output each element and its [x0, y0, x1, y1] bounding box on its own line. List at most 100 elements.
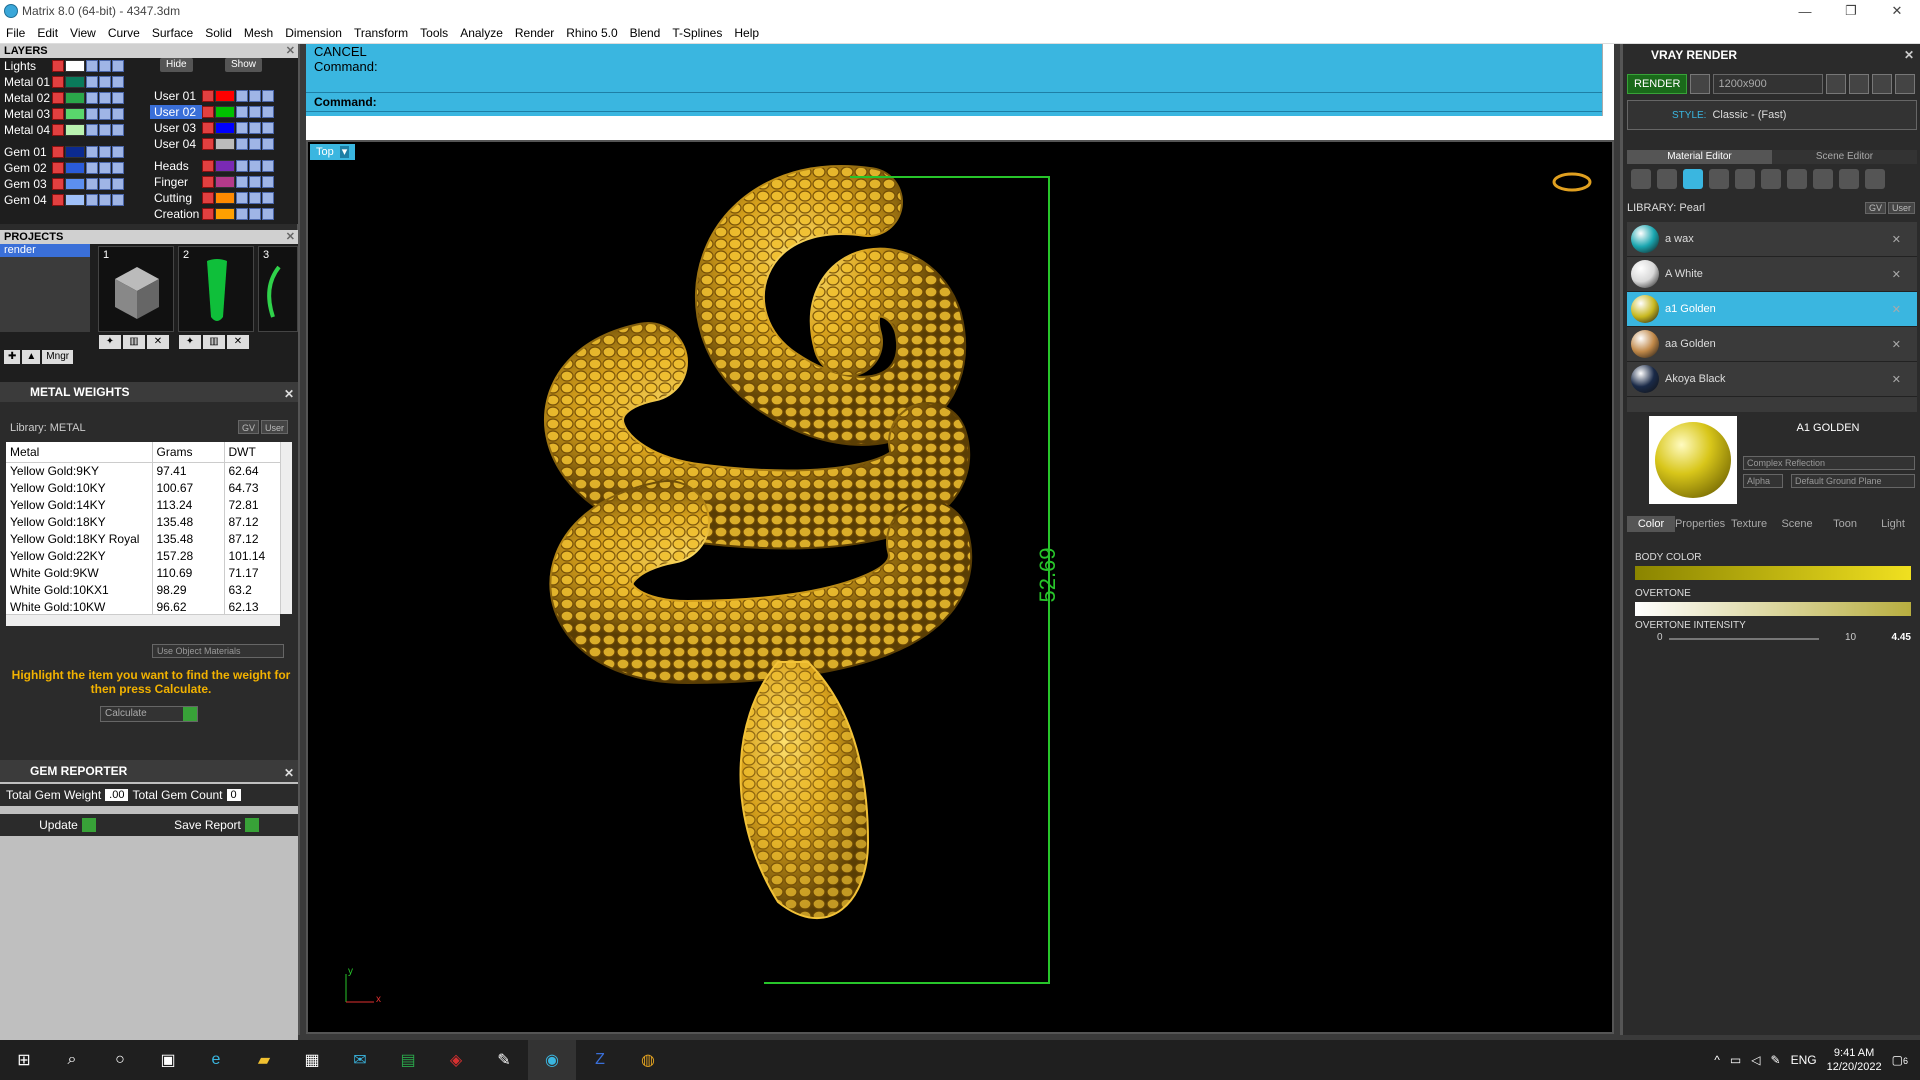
visibility-icon[interactable] [249, 138, 261, 150]
set-current-icon[interactable] [202, 160, 214, 172]
lock-icon[interactable] [86, 124, 98, 136]
body-color-slider[interactable] [1635, 566, 1911, 580]
tab-scene-editor[interactable]: Scene Editor [1772, 150, 1917, 164]
list-icon[interactable] [1872, 74, 1893, 94]
lock-icon[interactable] [236, 138, 248, 150]
hatch-icon[interactable] [1735, 169, 1755, 189]
thumb-save-button[interactable]: ▥ [123, 335, 145, 349]
pen-icon[interactable]: ✎ [1771, 1053, 1781, 1067]
table-row[interactable]: Yellow Gold:10KY 100.67 64.73 [6, 479, 280, 497]
menu-mesh[interactable]: Mesh [238, 26, 279, 40]
manager-button[interactable]: Mngr [42, 350, 74, 364]
layer-row[interactable]: Metal 01 [0, 74, 125, 90]
lock-icon[interactable] [236, 122, 248, 134]
set-current-icon[interactable] [52, 124, 64, 136]
zalo-icon[interactable]: Z [576, 1040, 624, 1080]
lock-icon[interactable] [236, 90, 248, 102]
store-icon[interactable]: ▦ [288, 1040, 336, 1080]
set-current-icon[interactable] [202, 208, 214, 220]
overtone-intensity-slider[interactable]: 0 10 4.45 [1635, 632, 1911, 646]
language-indicator[interactable]: ENG [1791, 1053, 1817, 1067]
mail-icon[interactable]: ✉ [336, 1040, 384, 1080]
print-icon[interactable] [112, 194, 124, 206]
material-list-item[interactable]: a1 Golden ✕ [1627, 292, 1917, 327]
layer-name[interactable]: Lights [0, 59, 52, 73]
lock-icon[interactable] [86, 76, 98, 88]
visibility-icon[interactable] [99, 178, 111, 190]
layer-color-swatch[interactable] [65, 146, 85, 158]
clock[interactable]: 9:41 AM 12/20/2022 [1827, 1046, 1882, 1074]
layer-name[interactable]: User 01 [150, 89, 202, 103]
layer-name[interactable]: Cutting [150, 191, 202, 205]
set-current-icon[interactable] [202, 122, 214, 134]
square-icon[interactable] [1709, 169, 1729, 189]
visibility-icon[interactable] [249, 192, 261, 204]
gv-toggle[interactable]: GV [1864, 202, 1886, 214]
lock-icon[interactable] [236, 176, 248, 188]
camera-icon[interactable] [1690, 74, 1711, 94]
set-current-icon[interactable] [52, 194, 64, 206]
remove-icon[interactable]: ✕ [1892, 233, 1901, 246]
layer-row[interactable]: Creation [150, 206, 275, 222]
material-list-item[interactable]: A White ✕ [1627, 257, 1917, 292]
set-current-icon[interactable] [52, 108, 64, 120]
visibility-icon[interactable] [99, 124, 111, 136]
material-list-item[interactable]: aa Golden ✕ [1627, 327, 1917, 362]
edge-icon[interactable]: e [192, 1040, 240, 1080]
tab-scene[interactable]: Scene [1773, 516, 1821, 532]
menu-rhino[interactable]: Rhino 5.0 [560, 26, 623, 40]
layer-row[interactable]: Metal 04 [0, 122, 125, 138]
layer-row[interactable]: Gem 02 [0, 160, 125, 176]
user-toggle[interactable]: User [260, 420, 288, 434]
column-header-dwt[interactable]: DWT [223, 442, 280, 463]
visibility-icon[interactable] [249, 176, 261, 188]
visibility-icon[interactable] [249, 90, 261, 102]
set-current-icon[interactable] [52, 76, 64, 88]
alpha-toggle[interactable]: Alpha [1743, 474, 1783, 488]
pearl-icon[interactable] [1683, 169, 1703, 189]
menu-help[interactable]: Help [728, 26, 765, 40]
set-current-icon[interactable] [52, 178, 64, 190]
menu-edit[interactable]: Edit [31, 26, 64, 40]
bulb-icon[interactable] [1865, 169, 1885, 189]
layer-row[interactable]: Lights [0, 58, 125, 74]
table-row[interactable]: Yellow Gold:9KY 97.41 62.64 [6, 462, 280, 480]
layer-name[interactable]: Gem 03 [0, 177, 52, 191]
reflection-select[interactable]: Complex Reflection [1743, 456, 1915, 470]
layer-row[interactable]: User 02 [150, 104, 275, 120]
top-viewport[interactable]: Top ▾ 52.69 y x [306, 140, 1614, 1034]
layer-name[interactable]: Metal 04 [0, 123, 52, 137]
menu-analyze[interactable]: Analyze [454, 26, 509, 40]
print-icon[interactable] [112, 60, 124, 72]
set-current-icon[interactable] [202, 90, 214, 102]
save-report-button[interactable]: Save Report [174, 818, 259, 832]
set-current-icon[interactable] [52, 146, 64, 158]
cortana-icon[interactable]: ○ [96, 1040, 144, 1080]
table-vertical-scrollbar[interactable] [280, 442, 292, 614]
menu-tools[interactable]: Tools [414, 26, 454, 40]
layer-color-swatch[interactable] [65, 60, 85, 72]
grid-icon[interactable] [1895, 74, 1916, 94]
chevron-up-icon[interactable]: ^ [1714, 1053, 1720, 1067]
search-icon[interactable]: ⌕ [48, 1040, 96, 1080]
print-icon[interactable] [112, 178, 124, 190]
update-button[interactable]: Update [39, 818, 96, 832]
layer-name[interactable]: Creation [150, 207, 202, 221]
print-icon[interactable] [112, 162, 124, 174]
print-icon[interactable] [262, 192, 274, 204]
visibility-icon[interactable] [99, 194, 111, 206]
task-view-icon[interactable]: ▣ [144, 1040, 192, 1080]
lock-icon[interactable] [86, 178, 98, 190]
table-row[interactable]: Yellow Gold:18KY Royal 135.48 87.12 [6, 530, 280, 548]
visibility-icon[interactable] [249, 106, 261, 118]
menu-view[interactable]: View [64, 26, 102, 40]
layer-name[interactable]: Gem 04 [0, 193, 52, 207]
volume-icon[interactable]: ◁ [1751, 1053, 1760, 1067]
visibility-icon[interactable] [249, 122, 261, 134]
start-icon[interactable]: ⊞ [0, 1040, 48, 1080]
project-thumb[interactable]: 2 ✦ ▥ ✕ [178, 246, 254, 349]
ring-preview-icon[interactable] [1552, 172, 1592, 192]
close-button[interactable]: ✕ [1874, 0, 1920, 22]
table-row[interactable]: White Gold:10KW 96.62 62.13 [6, 598, 280, 614]
print-icon[interactable] [262, 90, 274, 102]
